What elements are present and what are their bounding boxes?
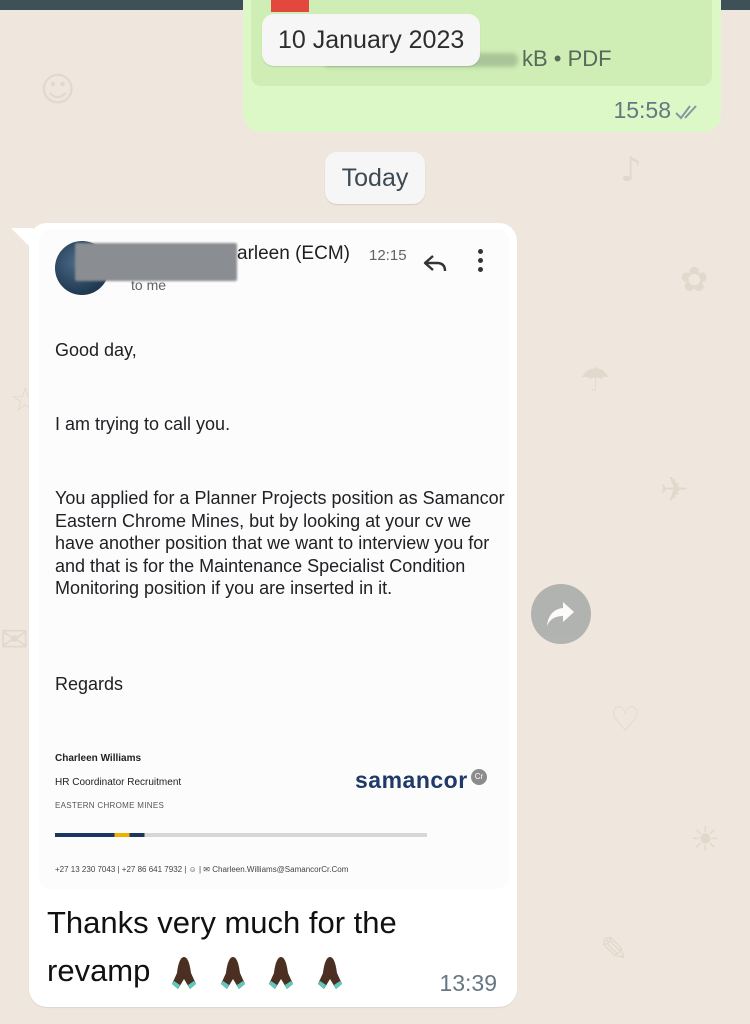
- email-sender-name: arleen (ECM): [237, 243, 350, 264]
- double-check-icon: [675, 105, 697, 120]
- signature-title: HR Coordinator Recruitment: [55, 777, 182, 788]
- forward-arrow-icon: [547, 602, 574, 626]
- email-time: 12:15: [369, 247, 407, 264]
- praying-hands-icon: [269, 956, 294, 989]
- incoming-message-bubble[interactable]: to me arleen (ECM) 12:15 Good day, I am …: [29, 223, 517, 1007]
- outgoing-message-time: 15:58: [613, 97, 671, 123]
- praying-hands-icon: [220, 956, 245, 989]
- signature-org: EASTERN CHROME MINES: [55, 801, 165, 810]
- logo-badge: Cr: [471, 769, 487, 785]
- praying-hands-icon: [172, 956, 196, 989]
- samancor-logo: samancor: [355, 767, 468, 793]
- email-paragraph: You applied for a Planner Projects posit…: [55, 488, 505, 598]
- today-chip: Today: [325, 152, 425, 204]
- email-regards: Regards: [55, 674, 124, 694]
- incoming-message-time: 13:39: [439, 970, 497, 996]
- document-meta-suffix: kB • PDF: [522, 46, 612, 71]
- signature-divider: [55, 833, 427, 837]
- email-line: I am trying to call you.: [55, 414, 231, 434]
- signature-name: Charleen Williams: [55, 753, 142, 764]
- date-chip: 10 January 2023: [262, 14, 481, 66]
- emoji-group: [169, 949, 355, 997]
- signature-contact: +27 13 230 7043 | +27 86 641 7932 | ☺ | …: [55, 865, 349, 874]
- reply-arrow-icon: [423, 255, 447, 272]
- more-vert-icon: [475, 249, 485, 277]
- pdf-icon: [271, 0, 309, 12]
- redaction-box: [75, 243, 237, 281]
- praying-hands-icon: [317, 956, 342, 989]
- email-greeting: Good day,: [55, 340, 137, 360]
- message-caption: Thanks very much for the revamp: [47, 899, 447, 997]
- forward-button[interactable]: [531, 584, 591, 644]
- email-screenshot-image[interactable]: to me arleen (ECM) 12:15 Good day, I am …: [39, 229, 509, 889]
